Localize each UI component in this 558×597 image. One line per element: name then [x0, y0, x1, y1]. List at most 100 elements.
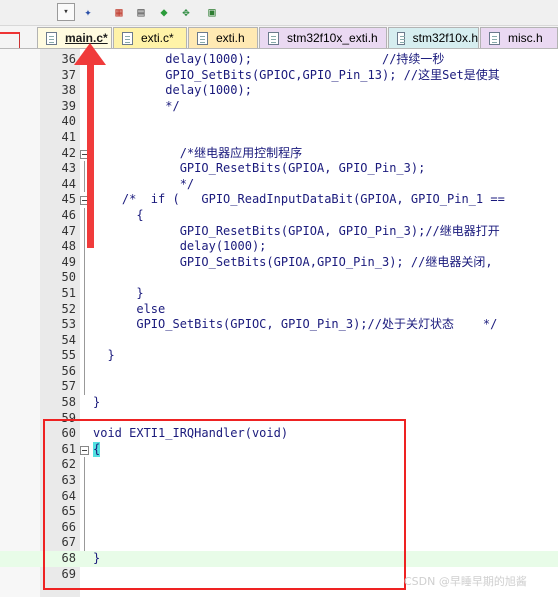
line-number: 56: [61, 363, 76, 378]
tab-label: misc.h: [508, 31, 543, 45]
line-number: 52: [61, 301, 76, 316]
tab-bar-edge: [0, 32, 20, 48]
code-text: void EXTI1_IRQHandler(void): [93, 426, 289, 441]
code-line[interactable]: 61 {: [0, 441, 558, 458]
code-line[interactable]: 54: [0, 332, 558, 349]
code-line[interactable]: 47 GPIO_ResetBits(GPIOA, GPIO_Pin_3);//继…: [0, 223, 558, 240]
code-line[interactable]: 45 /* if ( GPIO_ReadInputDataBit(GPIOA, …: [0, 192, 558, 208]
code-line[interactable]: 50: [0, 270, 558, 286]
line-number: 64: [61, 488, 76, 503]
code-line[interactable]: 55 }: [0, 348, 558, 364]
file-icon: [489, 31, 500, 45]
code-line[interactable]: 43 GPIO_ResetBits(GPIOA, GPIO_Pin_3);: [0, 161, 558, 177]
line-number: 65: [61, 504, 76, 519]
fold-guide: [84, 363, 85, 380]
tab-label: stm32f10x.h: [412, 31, 478, 45]
code-line[interactable]: 56: [0, 363, 558, 380]
code-line[interactable]: 48 delay(1000);: [0, 239, 558, 255]
code-line[interactable]: 37 GPIO_SetBits(GPIOC,GPIO_Pin_13); //这里…: [0, 68, 558, 84]
code-text: delay(1000);: [93, 83, 252, 98]
code-line[interactable]: 38 delay(1000);: [0, 83, 558, 99]
line-number: 62: [61, 457, 76, 472]
code-line[interactable]: 63: [0, 473, 558, 489]
code-text: }: [93, 285, 144, 300]
line-number: 57: [61, 379, 76, 394]
pack-installer-icon[interactable]: ▣: [203, 3, 221, 21]
fold-guide: [84, 161, 85, 177]
tab-misc-h[interactable]: misc.h: [480, 27, 558, 48]
fold-guide: [84, 239, 85, 255]
file-icon: [268, 31, 279, 45]
line-number: 66: [61, 519, 76, 534]
fold-guide: [84, 301, 85, 318]
fold-guide: [84, 285, 85, 302]
line-number: 60: [61, 426, 76, 441]
debug-icon[interactable]: ✥: [177, 3, 195, 21]
tab-stm32f10x-exti-h[interactable]: stm32f10x_exti.h: [259, 27, 387, 48]
code-text: GPIO_SetBits(GPIOC,GPIO_Pin_13); //这里Set…: [93, 67, 500, 82]
code-text: */: [93, 98, 180, 113]
code-line[interactable]: 41: [0, 130, 558, 146]
line-number: 42: [61, 145, 76, 160]
line-number: 58: [61, 395, 76, 410]
code-line[interactable]: 49 GPIO_SetBits(GPIOA,GPIO_Pin_3); //继电器…: [0, 254, 558, 271]
fold-guide: [84, 379, 85, 396]
tab-label: stm32f10x_exti.h: [287, 31, 378, 45]
code-line[interactable]: 57: [0, 379, 558, 396]
fold-guide: [84, 317, 85, 333]
code-line[interactable]: 60 void EXTI1_IRQHandler(void): [0, 426, 558, 442]
code-line[interactable]: 65: [0, 504, 558, 520]
annotation-arrow-shaft: [87, 58, 94, 248]
code-line[interactable]: 42 /*继电器应用控制程序: [0, 146, 558, 162]
fold-guide: [84, 348, 85, 364]
fold-toggle-icon[interactable]: [80, 445, 89, 455]
code-line[interactable]: 68}: [0, 551, 558, 567]
fold-guide: [84, 207, 85, 224]
code-line[interactable]: 66: [0, 519, 558, 536]
code-line[interactable]: 40: [0, 114, 558, 130]
line-number: 67: [61, 535, 76, 550]
code-line[interactable]: 39 */: [0, 99, 558, 115]
code-line[interactable]: 52 else: [0, 301, 558, 318]
code-line[interactable]: 58}: [0, 395, 558, 411]
code-line[interactable]: 44 */: [0, 176, 558, 193]
fold-guide: [84, 535, 85, 551]
code-line[interactable]: 53 GPIO_SetBits(GPIOC, GPIO_Pin_3);//处于关…: [0, 317, 558, 333]
annotation-arrow-head: [74, 43, 106, 65]
code-line[interactable]: 62: [0, 457, 558, 474]
code-text: }: [93, 348, 115, 363]
diamond-icon[interactable]: ◆: [155, 3, 173, 21]
line-number: 47: [61, 223, 76, 238]
code-text: GPIO_SetBits(GPIOA,GPIO_Pin_3); //继电器关闭,: [93, 254, 493, 269]
tab-label: exti.c*: [141, 31, 174, 45]
tab-exti-c[interactable]: exti.c*: [113, 27, 187, 48]
matched-brace: {: [93, 441, 101, 458]
fold-guide: [84, 473, 85, 489]
code-line[interactable]: 59: [0, 411, 558, 427]
line-number: 37: [61, 67, 76, 82]
file-icon: [46, 31, 57, 45]
tab-exti-h[interactable]: exti.h: [188, 27, 258, 48]
tab-stm32f10x-h[interactable]: stm32f10x.h: [388, 27, 479, 48]
code-line[interactable]: 51 }: [0, 285, 558, 302]
code-editor[interactable]: 36 delay(1000); //持续一秒 37 GPIO_SetBits(GP…: [0, 49, 558, 597]
fold-guide: [84, 270, 85, 286]
line-number: 46: [61, 207, 76, 222]
multi-project-icon[interactable]: ▤: [132, 3, 150, 21]
code-line[interactable]: 64: [0, 488, 558, 505]
line-number: 49: [61, 254, 76, 269]
code-line[interactable]: 46 {: [0, 207, 558, 224]
code-line[interactable]: 67: [0, 535, 558, 551]
watermark: CSDN @早睡早期的旭酱: [404, 575, 527, 588]
build-target-icon[interactable]: ▦: [110, 3, 128, 21]
dropdown-arrow-icon[interactable]: ▾: [57, 3, 75, 21]
fold-guide: [84, 254, 85, 271]
magic-wand-icon[interactable]: ✦: [79, 3, 97, 21]
line-number: 38: [61, 83, 76, 98]
fold-guide: [84, 488, 85, 505]
code-text: GPIO_SetBits(GPIOC, GPIO_Pin_3);//处于关灯状态…: [93, 317, 498, 332]
fold-guide: [84, 332, 85, 349]
line-number: 69: [61, 566, 76, 581]
line-number: 48: [61, 239, 76, 254]
line-number: 55: [61, 348, 76, 363]
